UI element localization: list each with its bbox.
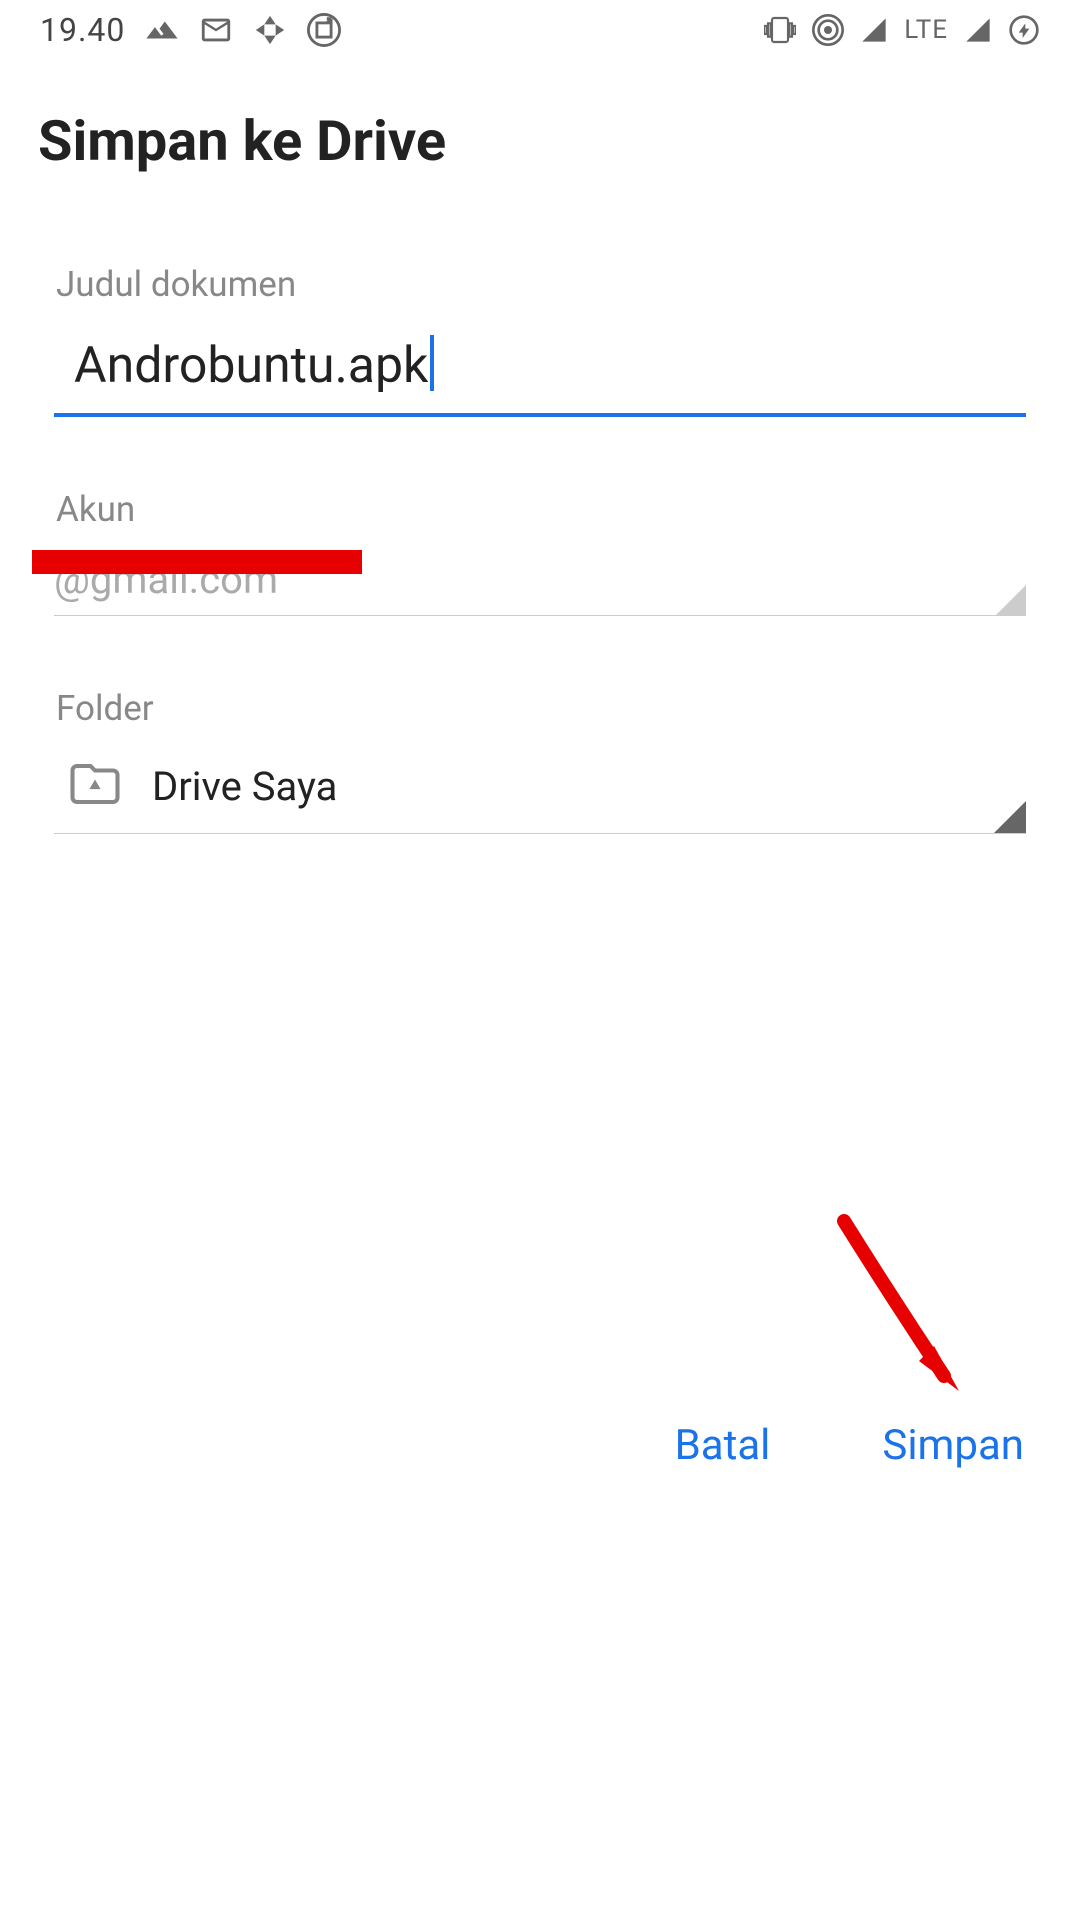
dialog-action-buttons: Batal Simpan bbox=[659, 1411, 1040, 1480]
folder-field: Folder Drive Saya bbox=[54, 688, 1026, 834]
folder-selector[interactable]: Drive Saya bbox=[54, 757, 1026, 834]
doc-title-label: Judul dokumen bbox=[56, 264, 1026, 305]
photos-icon bbox=[253, 13, 287, 47]
document-title-field: Judul dokumen bbox=[54, 264, 1026, 417]
folder-value: Drive Saya bbox=[152, 763, 337, 810]
annotation-arrow-icon bbox=[824, 1211, 994, 1415]
form-area: Judul dokumen Akun ​​​​​​​​​​​​​@gmail.c… bbox=[0, 174, 1080, 834]
doc-title-input[interactable] bbox=[54, 331, 1026, 401]
status-right-group: LTE bbox=[764, 14, 1040, 46]
status-left-group: 19.40 bbox=[40, 11, 341, 49]
status-bar: 19.40 LTE bbox=[0, 0, 1080, 60]
drive-folder-icon bbox=[68, 757, 122, 815]
account-selector[interactable]: ​​​​​​​​​​​​​@gmail.com bbox=[54, 556, 1026, 616]
save-button[interactable]: Simpan bbox=[866, 1411, 1040, 1480]
signal-icon-1 bbox=[860, 16, 888, 44]
network-type-label: LTE bbox=[904, 15, 948, 45]
hotspot-icon bbox=[812, 14, 844, 46]
mail-icon bbox=[199, 13, 233, 47]
mountains-icon bbox=[145, 13, 179, 47]
battery-saver-icon bbox=[1008, 14, 1040, 46]
account-field: Akun ​​​​​​​​​​​​​@gmail.com bbox=[54, 489, 1026, 616]
dropdown-indicator-icon bbox=[996, 585, 1026, 615]
status-time: 19.40 bbox=[40, 11, 125, 49]
signal-icon-2 bbox=[964, 16, 992, 44]
doc-title-input-wrap[interactable] bbox=[54, 331, 1026, 417]
text-caret bbox=[430, 335, 434, 391]
cancel-button[interactable]: Batal bbox=[659, 1411, 787, 1480]
vibrate-icon bbox=[764, 14, 796, 46]
folder-label: Folder bbox=[56, 688, 1026, 729]
dropdown-indicator-icon bbox=[994, 801, 1026, 833]
redaction-bar bbox=[32, 550, 362, 574]
account-label: Akun bbox=[56, 489, 1026, 530]
page-title: Simpan ke Drive bbox=[0, 60, 1080, 174]
app-icon bbox=[307, 13, 341, 47]
